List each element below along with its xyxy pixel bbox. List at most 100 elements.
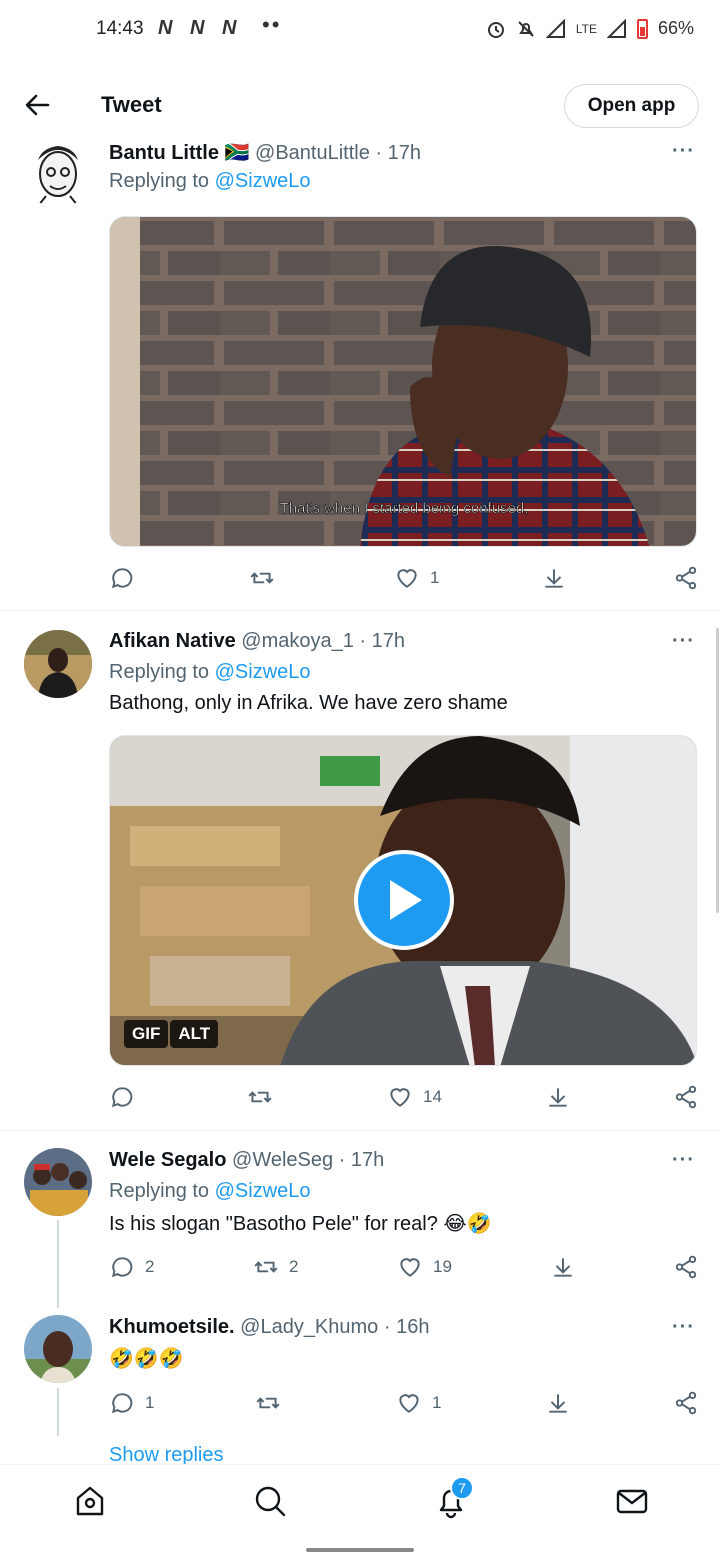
retweet-button[interactable] xyxy=(247,1084,273,1110)
retweet-icon xyxy=(248,1091,272,1103)
share-button[interactable] xyxy=(673,1390,699,1416)
mention-link[interactable]: @SizweLo xyxy=(215,661,311,683)
tweet-time: · 17h xyxy=(338,1149,385,1171)
share-icon xyxy=(675,1085,697,1109)
author-handle[interactable]: @Lady_Khumo xyxy=(240,1316,378,1338)
like-count: 1 xyxy=(432,1393,442,1412)
more-options-icon[interactable]: ··· xyxy=(672,1149,695,1172)
retweet-icon xyxy=(250,572,274,584)
reply-icon xyxy=(111,568,133,589)
more-options-icon[interactable]: ··· xyxy=(672,140,695,163)
more-notifications-icon: •• xyxy=(262,12,282,37)
tweet-image[interactable]: That's when I started being confused, xyxy=(109,216,697,547)
bottom-nav: 7 xyxy=(0,1464,720,1536)
download-icon xyxy=(549,1088,567,1107)
home-icon[interactable] xyxy=(72,1483,108,1519)
heart-icon xyxy=(400,1258,420,1277)
bookmark-button[interactable] xyxy=(545,1084,571,1110)
reply-button[interactable]: 1 xyxy=(109,1390,154,1416)
tweet-khumoetsile[interactable]: Khumoetsile. @Lady_Khumo · 16h ··· 🤣🤣🤣 1… xyxy=(0,1315,720,1425)
author-handle[interactable]: @BantuLittle xyxy=(255,142,370,164)
tweet-afikan-native[interactable]: Afikan Native @makoya_1 · 17h ··· Replyi… xyxy=(0,630,720,1130)
battery-percent: 66% xyxy=(657,18,694,38)
share-icon xyxy=(675,566,697,590)
image-caption: That's when I started being confused, xyxy=(280,500,529,517)
share-button[interactable] xyxy=(673,565,699,591)
tweet-time: · 16h xyxy=(383,1316,430,1338)
status-time: 14:43 xyxy=(96,18,144,39)
network-type: LTE xyxy=(575,21,597,36)
bookmark-button[interactable] xyxy=(545,1390,571,1416)
open-app-button[interactable]: Open app xyxy=(564,84,699,128)
heart-icon xyxy=(390,1088,410,1107)
battery-icon xyxy=(636,18,648,39)
alt-badge[interactable]: ALT xyxy=(170,1020,219,1048)
download-icon xyxy=(554,1258,572,1277)
share-icon xyxy=(675,1255,697,1279)
mute-icon xyxy=(518,20,534,37)
reply-icon xyxy=(111,1257,133,1278)
tweet-gif[interactable]: GIF ALT xyxy=(109,735,697,1066)
author-handle[interactable]: @makoya_1 xyxy=(241,630,354,652)
home-indicator[interactable] xyxy=(306,1548,414,1552)
retweet-count: 2 xyxy=(289,1257,299,1276)
author-handle[interactable]: @WeleSeg xyxy=(232,1149,333,1171)
reply-icon xyxy=(111,1393,133,1414)
bookmark-button[interactable] xyxy=(550,1254,576,1280)
author-name[interactable]: Wele Segalo xyxy=(109,1149,226,1171)
mention-link[interactable]: @SizweLo xyxy=(215,1180,311,1202)
gif-badge: GIF xyxy=(124,1020,169,1048)
tweet-actions: 2 2 19 xyxy=(109,1254,699,1284)
share-button[interactable] xyxy=(673,1084,699,1110)
reply-button[interactable] xyxy=(109,565,135,591)
share-button[interactable] xyxy=(673,1254,699,1280)
retweet-button[interactable]: 2 xyxy=(253,1254,298,1280)
replying-to-label: Replying to xyxy=(109,1180,215,1202)
author-name[interactable]: Khumoetsile. xyxy=(109,1316,235,1338)
reply-count: 1 xyxy=(145,1393,155,1412)
mention-link[interactable]: @SizweLo xyxy=(215,170,311,192)
author-name[interactable]: Afikan Native xyxy=(109,630,236,652)
avatar[interactable] xyxy=(24,1148,92,1216)
play-icon xyxy=(390,880,422,920)
avatar[interactable] xyxy=(24,1315,92,1383)
like-button[interactable]: 1 xyxy=(394,565,439,591)
divider xyxy=(0,610,720,611)
page-title: Tweet xyxy=(101,92,162,117)
like-button[interactable]: 1 xyxy=(396,1390,441,1416)
bookmark-button[interactable] xyxy=(541,565,567,591)
heart-icon xyxy=(397,569,417,588)
alarm-icon xyxy=(487,21,504,38)
tweet-actions: 1 1 xyxy=(109,1390,699,1420)
like-button[interactable]: 14 xyxy=(387,1084,442,1110)
flag-icon: 🇿🇦 xyxy=(224,142,250,164)
reply-button[interactable]: 2 xyxy=(109,1254,154,1280)
reply-button[interactable] xyxy=(109,1084,135,1110)
notification-badge: 7 xyxy=(450,1476,474,1500)
messages-icon[interactable] xyxy=(614,1483,650,1519)
download-icon xyxy=(549,1394,567,1413)
tweet-meta: Wele Segalo @WeleSeg · 17h xyxy=(109,1149,384,1172)
author-name[interactable]: Bantu Little xyxy=(109,142,219,164)
replying-to: Replying to @SizweLo xyxy=(109,170,311,193)
search-icon[interactable] xyxy=(252,1483,288,1519)
replying-to-label: Replying to xyxy=(109,170,215,192)
back-arrow-icon[interactable] xyxy=(22,90,52,120)
tweet-bantu-little[interactable]: Bantu Little 🇿🇦 @BantuLittle · 17h ··· R… xyxy=(0,140,720,610)
avatar[interactable] xyxy=(24,630,92,698)
retweet-button[interactable] xyxy=(255,1390,281,1416)
reply-count: 2 xyxy=(145,1257,155,1276)
status-bar: 14:43 N N N •• LTE 66% xyxy=(0,0,720,60)
tweet-wele-segalo[interactable]: Wele Segalo @WeleSeg · 17h ··· Replying … xyxy=(0,1148,720,1298)
scrollbar[interactable] xyxy=(716,628,719,913)
avatar[interactable] xyxy=(24,140,92,208)
more-options-icon[interactable]: ··· xyxy=(672,1316,695,1339)
retweet-button[interactable] xyxy=(249,565,275,591)
tweet-actions: 1 xyxy=(109,565,699,595)
like-button[interactable]: 19 xyxy=(397,1254,452,1280)
media-badges: GIF ALT xyxy=(124,1020,219,1048)
play-button[interactable] xyxy=(354,850,454,950)
more-options-icon[interactable]: ··· xyxy=(672,630,695,653)
share-icon xyxy=(675,1391,697,1415)
signal-icon-2 xyxy=(606,18,626,38)
